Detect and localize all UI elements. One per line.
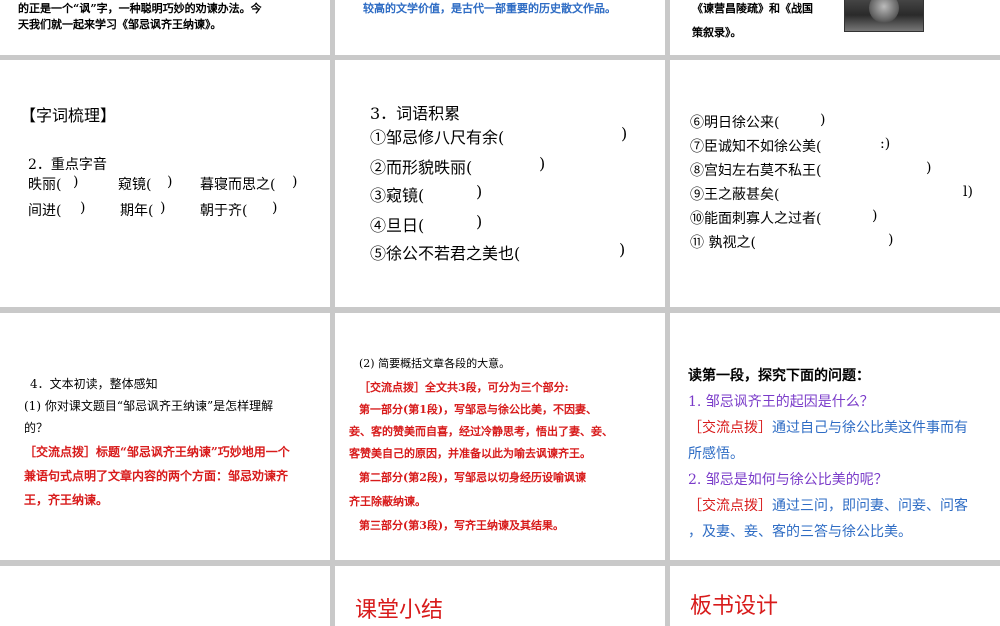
char-item: 昳丽( [28, 174, 61, 194]
slide-paragraph-summary[interactable]: (2) 简要概括文章各段的大意。 ［交流点拨］全文共3段，可分为三个部分: 第一… [335, 313, 665, 560]
char-label: 昳丽( [28, 177, 62, 193]
board-design-title: 板书设计 [690, 594, 779, 619]
vocab-close: ) [476, 182, 483, 201]
vocab-close: ) [476, 212, 483, 231]
vocab-close: ) [888, 232, 894, 248]
vocab-item: ⑩能面刺寡人之过者( [690, 211, 822, 227]
summary-line: ［交流点拨］全文共3段，可分为三个部分: [359, 381, 569, 394]
question-1-line-1: (1) 你对课文题目“邹忌讽齐王纳谏”是怎样理解 [24, 399, 274, 413]
char-item: 期年( [120, 203, 154, 219]
summary-line: 客赞美自己的原因，并准备以此为喻去讽谏齐王。 [349, 447, 591, 460]
intro-line-1: 的正是一个“讽”字，一种聪明巧妙的劝谏办法。今 [18, 2, 262, 15]
reading-heading: 4．文本初读，整体感知 [30, 377, 158, 391]
explore-answer-1-cont: 所感悟。 [688, 446, 744, 462]
char-item: 暮寝而思之( [200, 177, 276, 193]
summary-line: 妾、客的赞美而自喜，经过冷静思考，悟出了妻、妾、 [349, 425, 613, 438]
vocab-item: ⑪ 孰视之( [690, 235, 756, 251]
explore-question-1: 1. 邹忌讽齐王的起因是什么？ [688, 394, 874, 410]
slide-board-design[interactable]: 板书设计 [670, 566, 1000, 626]
vocab-item: ⑧宫妇左右莫不私王( [690, 163, 822, 179]
slide-background[interactable]: 较高的文学价值，是古代一部重要的历史散文作品。 [335, 0, 665, 55]
vocab-close: ) [621, 124, 628, 143]
vocab-item: ③窥镜( [370, 186, 425, 205]
vocab-item: ⑦臣诚知不如徐公美( [690, 139, 822, 155]
explore-answer-1: ［交流点拨］通过自己与徐公比美这件事而有 [688, 417, 968, 437]
char-item: 朝于齐( [200, 203, 248, 219]
vocab-heading: 【字词梳理】 [20, 106, 117, 125]
summary-line: 第三部分(第3段)，写齐王纳谏及其结果。 [359, 519, 565, 532]
slide-class-summary[interactable]: 课堂小结 [335, 566, 665, 626]
slide-intro[interactable]: 的正是一个“讽”字，一种聪明巧妙的劝谏办法。今 天我们就一起来学习《邹忌讽齐王纳… [0, 0, 330, 55]
slide-explore[interactable]: 读第一段，探究下面的问题： 1. 邹忌讽齐王的起因是什么？ ［交流点拨］通过自己… [670, 313, 1000, 560]
author-line-1: 《谏营昌陵疏》和《战国 [692, 2, 813, 15]
summary-line: 第一部分(第1段)，写邹忌与徐公比美，不因妻、 [359, 403, 598, 416]
author-portrait [844, 0, 924, 32]
accumulation-heading: 3．词语积累 [370, 104, 461, 123]
slide-vocab-continued[interactable]: ⑥明日徐公来( ) ⑦臣诚知不如徐公美( :) ⑧宫妇左右莫不私王( ) ⑨王之… [670, 60, 1000, 307]
char-close: ) [160, 200, 166, 216]
summary-line: 齐王除蔽纳谏。 [349, 495, 426, 508]
summary-line: 第二部分(第2段)，写邹忌以切身经历设喻讽谏 [359, 471, 587, 484]
char-close: ) [167, 174, 173, 190]
vocab-item: ①邹忌修八尺有余( [370, 128, 505, 147]
slide-vocab-pronunciation[interactable]: 【字词梳理】 2．重点字音 昳丽( ) 窥镜( ) 暮寝而思之( ) 间进( )… [0, 60, 330, 307]
vocab-item: ②而形貌昳丽( [370, 158, 473, 177]
answer-text: 通过自己与徐公比美这件事而有 [772, 420, 968, 436]
vocab-close: ) [619, 240, 626, 259]
char-close: ) [73, 174, 79, 190]
vocab-close: :) [880, 136, 891, 152]
answer-1-line-3: 王，齐王纳谏。 [24, 493, 109, 507]
pronunciation-subheading: 2．重点字音 [28, 157, 107, 173]
slide-vocab-accumulation[interactable]: 3．词语积累 ①邹忌修八尺有余( ) ②而形貌昳丽( ) ③窥镜( ) ④旦日(… [335, 60, 665, 307]
char-item: 间进( [28, 203, 62, 219]
char-close: ) [292, 174, 298, 190]
answer-1-line-2: 兼语句式点明了文章内容的两个方面：邹忌劝谏齐 [24, 469, 289, 483]
char-close: ) [272, 200, 278, 216]
question-2: (2) 简要概括文章各段的大意。 [359, 357, 511, 370]
vocab-close: ) [926, 160, 932, 176]
explore-answer-2-cont: ，及妻、妾、客的三答与徐公比美。 [688, 524, 912, 540]
vocab-close: l) [963, 184, 973, 200]
explore-answer-2: ［交流点拨］通过三问，即问妻、问妾、问客 [688, 495, 968, 515]
char-close: ) [80, 200, 86, 216]
background-line: 较高的文学价值，是古代一部重要的历史散文作品。 [363, 2, 616, 15]
answer-tag: ［交流点拨］ [688, 498, 772, 514]
slide-blank[interactable] [0, 566, 330, 626]
class-summary-title: 课堂小结 [355, 598, 444, 623]
slide-first-reading[interactable]: 4．文本初读，整体感知 (1) 你对课文题目“邹忌讽齐王纳谏”是怎样理解 的？ … [0, 313, 330, 560]
vocab-close: ) [539, 154, 546, 173]
question-1-line-2: 的？ [24, 421, 49, 435]
explore-title: 读第一段，探究下面的问题： [688, 368, 870, 384]
intro-line-2: 天我们就一起来学习《邹忌讽齐王纳谏》。 [18, 18, 222, 31]
answer-1-line-1: ［交流点拨］标题“邹忌讽齐王纳谏”巧妙地用一个 [24, 445, 290, 459]
vocab-close: ) [820, 112, 826, 128]
vocab-close: ) [872, 208, 878, 224]
author-line-2: 策叙录》。 [692, 26, 742, 39]
char-item: 窥镜( [118, 177, 152, 193]
explore-question-2: 2. 邹忌是如何与徐公比美的呢？ [688, 472, 888, 488]
vocab-item: ④旦日( [370, 216, 425, 235]
vocab-item: ⑥明日徐公来( [690, 115, 780, 131]
slide-author[interactable]: 《谏营昌陵疏》和《战国 策叙录》。 [670, 0, 1000, 55]
vocab-item: ⑤徐公不若君之美也( [370, 244, 521, 263]
answer-tag: ［交流点拨］ [688, 420, 772, 436]
vocab-item: ⑨王之蔽甚矣( [690, 187, 780, 203]
answer-text: 通过三问，即问妻、问妾、问客 [772, 498, 968, 514]
